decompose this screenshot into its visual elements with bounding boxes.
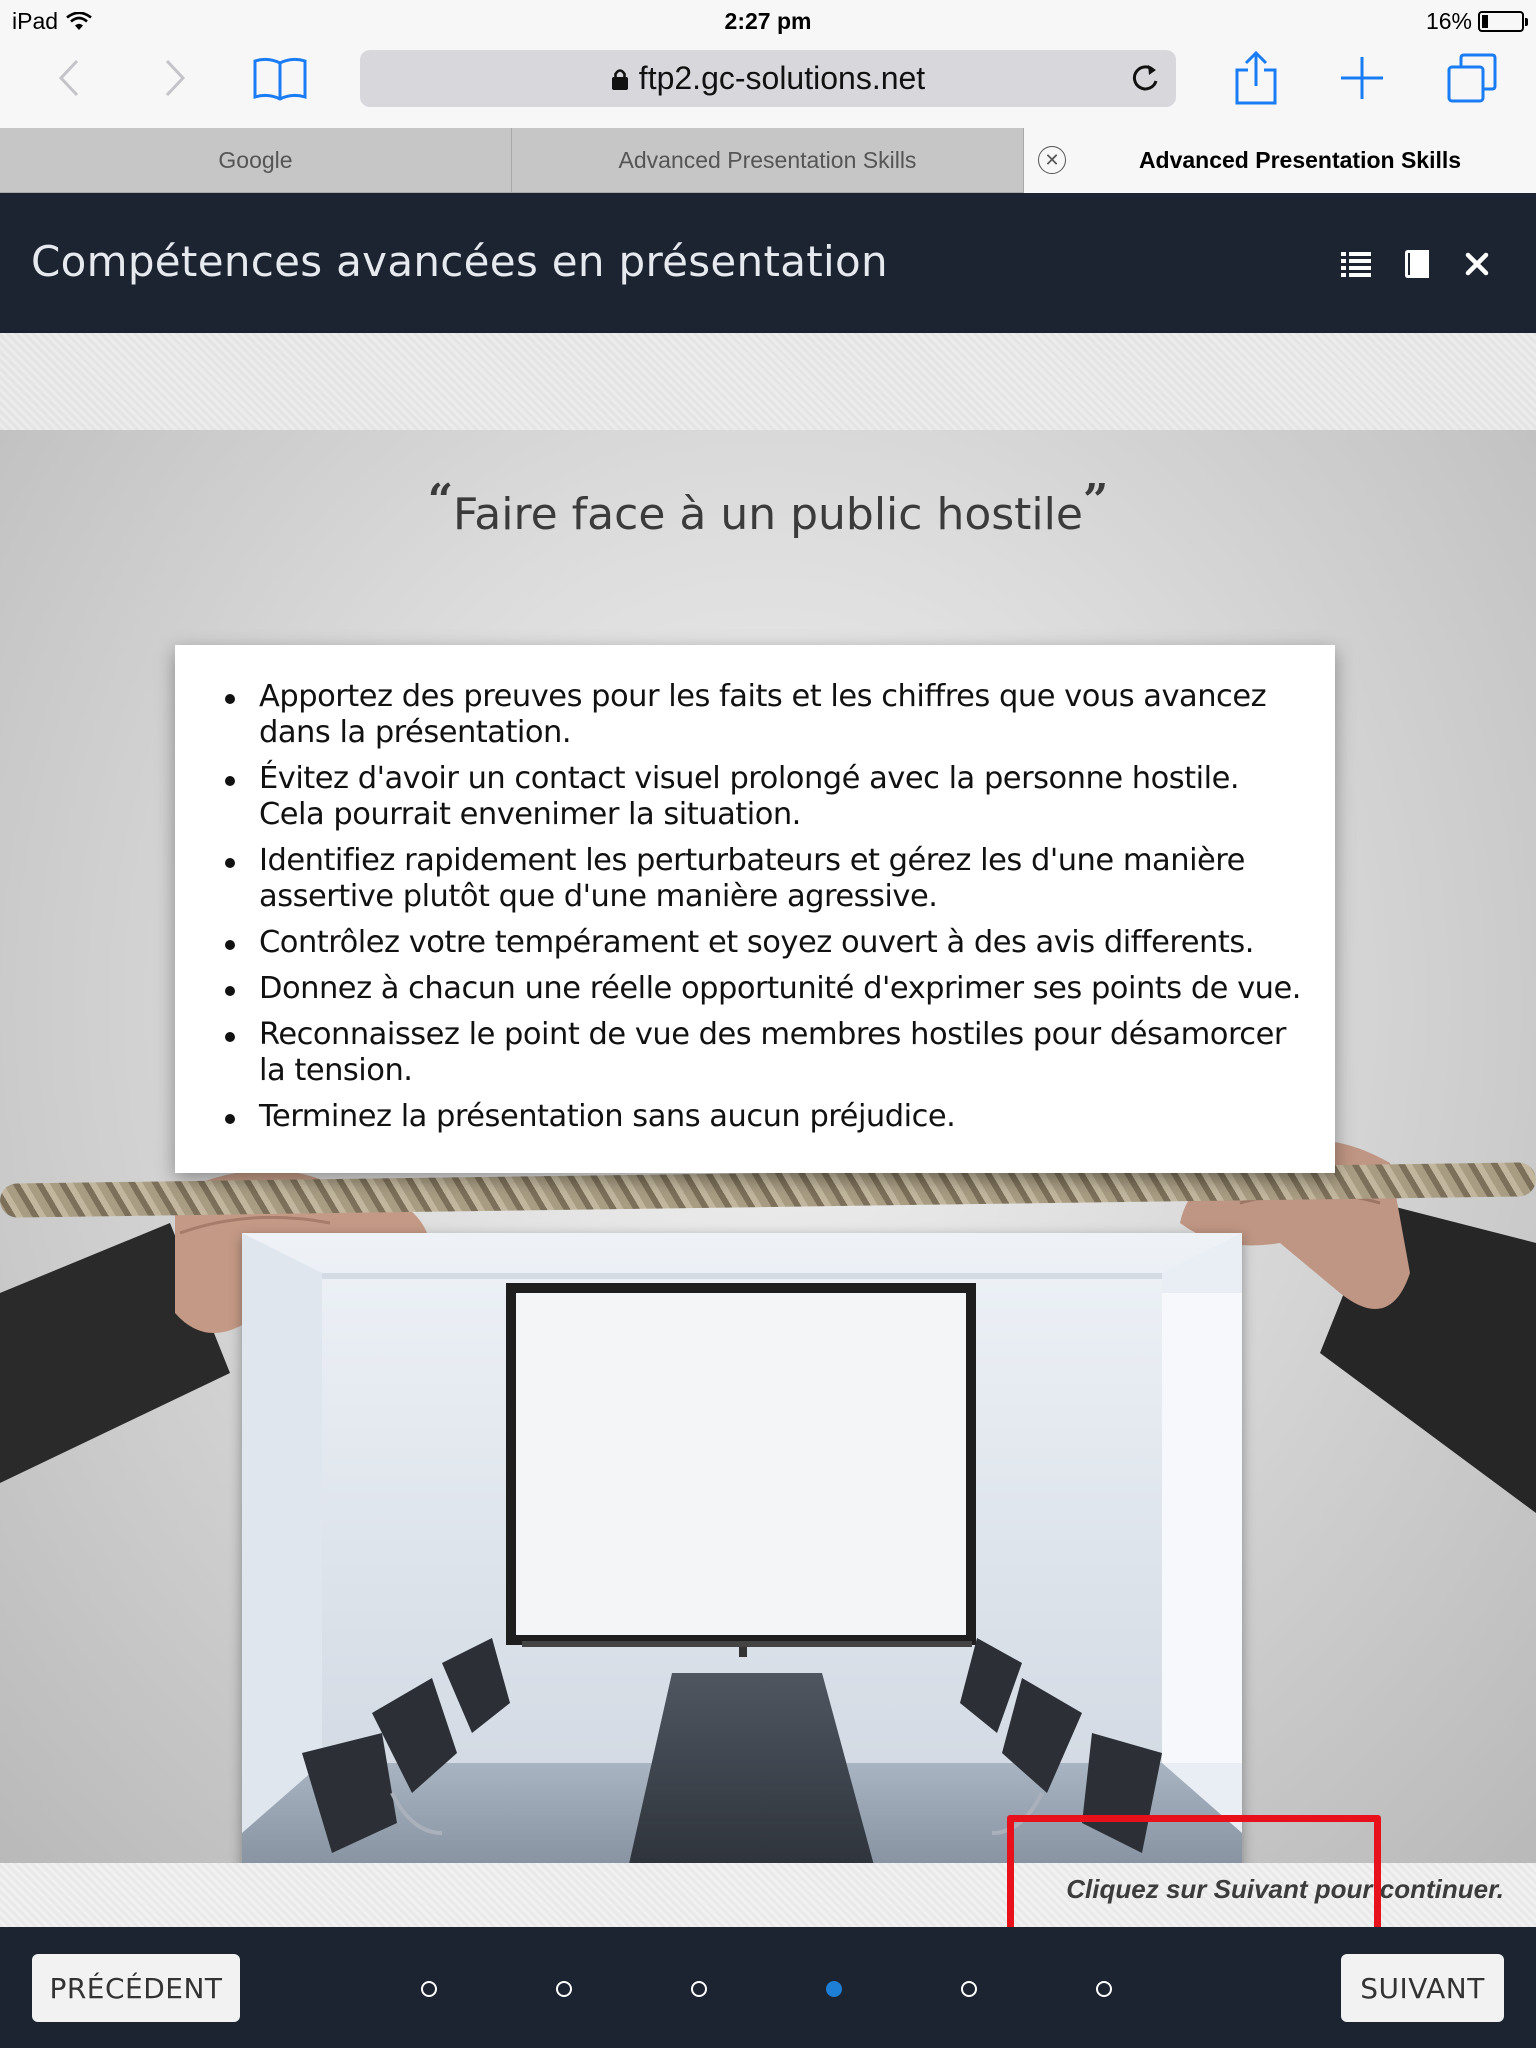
bullet-item: Terminez la présentation sans aucun préj… (225, 1099, 1305, 1135)
forward-icon[interactable] (144, 48, 204, 108)
bookmarks-icon[interactable] (250, 48, 310, 108)
close-icon[interactable] (1459, 246, 1495, 282)
tab-bar: Google Advanced Presentation Skills ✕ Ad… (0, 128, 1536, 193)
bullet-item: Évitez d'avoir un contact visuel prolong… (225, 761, 1305, 833)
back-icon[interactable] (40, 48, 100, 108)
tab-advanced-presentation-2[interactable]: ✕ Advanced Presentation Skills (1024, 128, 1536, 193)
menu-list-icon[interactable] (1338, 246, 1374, 282)
bullet-list: Apportez des preuves pour les faits et l… (225, 679, 1305, 1135)
conference-room-image (242, 1233, 1242, 1895)
tabs-overview-icon[interactable] (1442, 48, 1502, 108)
bullet-item: Reconnaissez le point de vue des membres… (225, 1017, 1305, 1089)
bullet-item: Identifiez rapidement les perturbateurs … (225, 843, 1305, 915)
battery-percent: 16% (1425, 8, 1472, 34)
book-icon[interactable] (1399, 246, 1435, 282)
slide-area: “Faire face à un public hostile” Apporte… (0, 333, 1536, 1927)
page-dot-6[interactable] (1096, 1981, 1112, 1997)
bullet-item: Donnez à chacun une réelle opportunité d… (225, 971, 1305, 1007)
reload-icon[interactable] (1128, 61, 1162, 95)
page-dot-1[interactable] (421, 1981, 437, 1997)
tab-google[interactable]: Google (0, 128, 512, 193)
course-header: Compétences avancées en présentation (0, 193, 1536, 333)
previous-button[interactable]: PRÉCÉDENT (32, 1954, 240, 2022)
slide-title-text: Faire face à un public hostile (453, 489, 1083, 540)
bullet-item: Apportez des preuves pour les faits et l… (225, 679, 1305, 751)
tab-label: Advanced Presentation Skills (618, 147, 917, 173)
page-dot-3[interactable] (691, 1981, 707, 1997)
bullet-card: Apportez des preuves pour les faits et l… (175, 645, 1335, 1173)
url-text: ftp2.gc-solutions.net (638, 60, 926, 96)
course-title: Compétences avancées en présentation (31, 237, 888, 286)
bottom-navigation: PRÉCÉDENT SUIVANT (0, 1927, 1536, 2048)
slide-title: “Faire face à un public hostile” (0, 475, 1536, 540)
next-button[interactable]: SUIVANT (1341, 1954, 1504, 2022)
status-bar: iPad 2:27 pm 16% (0, 0, 1536, 40)
open-quote: “ (427, 475, 454, 526)
tab-label: Google (218, 147, 293, 173)
close-quote: ” (1082, 475, 1109, 526)
tab-advanced-presentation-1[interactable]: Advanced Presentation Skills (512, 128, 1024, 193)
highlight-box (1007, 1815, 1381, 1927)
bullet-item: Contrôlez votre tempérament et soyez ouv… (225, 925, 1305, 961)
browser-toolbar: ftp2.gc-solutions.net (0, 40, 1536, 128)
page-dot-5[interactable] (961, 1981, 977, 1997)
clock: 2:27 pm (724, 8, 812, 34)
lock-icon (611, 68, 628, 90)
address-bar[interactable]: ftp2.gc-solutions.net (360, 50, 1176, 107)
tab-label: Advanced Presentation Skills (1138, 147, 1462, 173)
texture-band (0, 333, 1536, 430)
battery-indicator: 16% (1425, 8, 1528, 35)
page-dot-4[interactable] (826, 1981, 842, 1997)
battery-icon (1478, 11, 1528, 32)
new-tab-icon[interactable] (1332, 48, 1392, 108)
close-tab-icon[interactable]: ✕ (1038, 146, 1066, 174)
page-dot-2[interactable] (556, 1981, 572, 1997)
share-icon[interactable] (1226, 48, 1286, 108)
battery-level (1482, 15, 1488, 28)
